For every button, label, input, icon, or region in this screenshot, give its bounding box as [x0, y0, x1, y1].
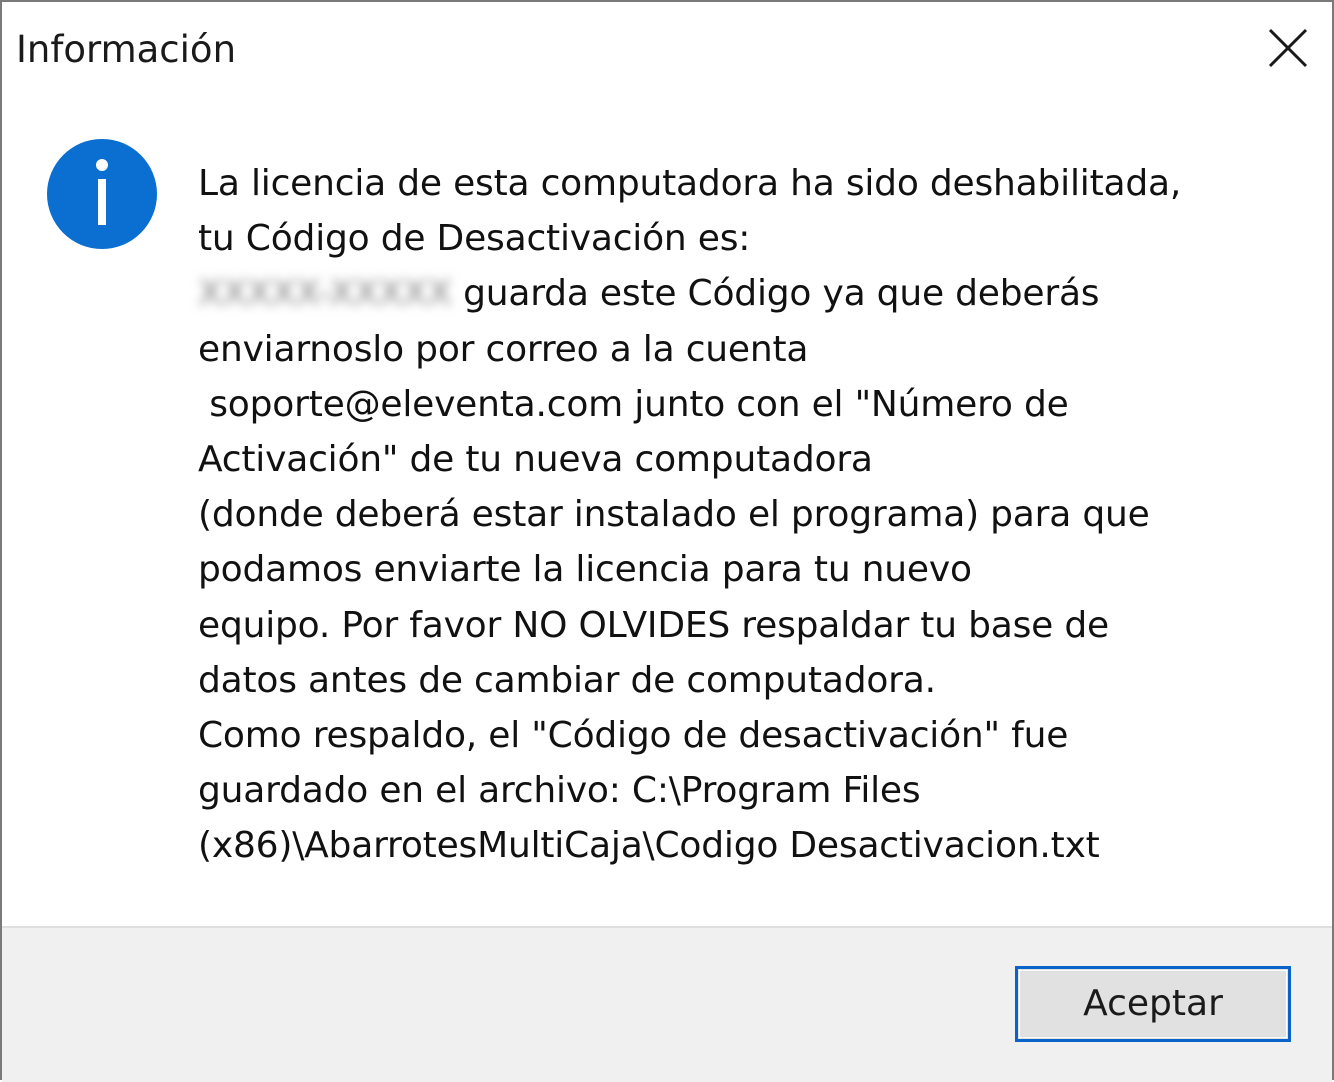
title-bar[interactable]: Información	[2, 2, 1332, 98]
message-line: datos antes de cambiar de computadora.	[198, 659, 936, 701]
close-button[interactable]	[1256, 12, 1320, 84]
info-icon	[46, 138, 158, 250]
window-title: Información	[16, 28, 237, 71]
dialog-footer: Aceptar	[2, 926, 1332, 1082]
message-line: Activación" de tu nueva computadora	[198, 439, 873, 481]
message-line: soporte@eleventa.com junto con el "Númer…	[198, 383, 1069, 425]
message-line: (donde deberá estar instalado el program…	[198, 494, 1150, 536]
message-line: podamos enviarte la licencia para tu nue…	[198, 549, 972, 591]
message-text: La licencia de esta computadora ha sido …	[198, 156, 1298, 874]
close-icon	[1268, 28, 1308, 68]
message-line: XXXXX-XXXXX guarda este Código ya que de…	[198, 266, 1298, 321]
message-line: Como respaldo, el "Código de desactivaci…	[198, 715, 1069, 757]
message-line: equipo. Por favor NO OLVIDES respaldar t…	[198, 604, 1109, 646]
message-line-rest: guarda este Código ya que deberás	[451, 273, 1100, 315]
message-line: tu Código de Desactivación es:	[198, 218, 751, 260]
deactivation-code-redacted: XXXXX-XXXXX	[198, 273, 452, 315]
message-line: guardado en el archivo: C:\Program Files	[198, 770, 921, 812]
info-dialog: Información La licencia de esta computad…	[0, 0, 1334, 1082]
accept-button[interactable]: Aceptar	[1015, 966, 1291, 1042]
dialog-content: La licencia de esta computadora ha sido …	[2, 98, 1332, 926]
message-line: (x86)\AbarrotesMultiCaja\Codigo Desactiv…	[198, 825, 1100, 867]
message-line: enviarnoslo por correo a la cuenta	[198, 328, 809, 370]
message-line: La licencia de esta computadora ha sido …	[198, 163, 1182, 204]
